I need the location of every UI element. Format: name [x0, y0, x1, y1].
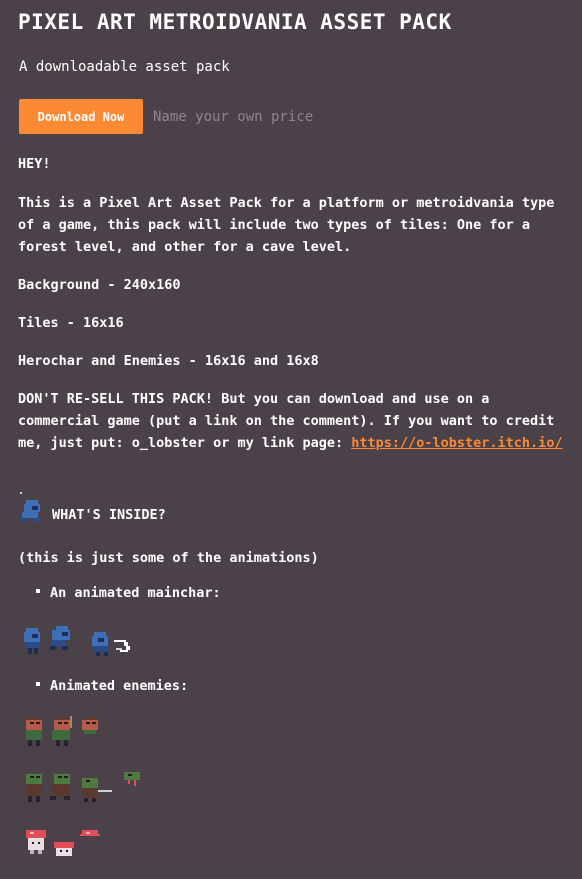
- greeting-text: HEY!: [18, 156, 51, 172]
- bullet-enemies: Animated enemies:: [36, 678, 188, 694]
- download-now-button[interactable]: Download Now: [19, 99, 143, 134]
- page-subtitle: A downloadable asset pack: [19, 59, 230, 75]
- goblin-frame-1: [26, 718, 42, 746]
- hero-frame-3: [92, 632, 108, 656]
- slash-effect: [114, 640, 130, 652]
- mushroom-frame-2: [54, 842, 74, 856]
- tiles-size-text: Tiles - 16x16: [18, 315, 124, 331]
- mainchar-sprites: [24, 626, 130, 656]
- animations-note: (this is just some of the animations): [18, 550, 319, 566]
- bullet-mainchar: An animated mainchar:: [36, 585, 221, 601]
- background-size-text: Background - 240x160: [18, 277, 181, 293]
- buy-row: Download Now Name your own price: [19, 99, 313, 134]
- whats-inside-heading: WHAT'S INSIDE?: [18, 492, 166, 524]
- mushroom-frame-1: [26, 830, 46, 854]
- hero-frame-2: [50, 626, 70, 650]
- hero-frame-1: [24, 628, 40, 654]
- intro-paragraph: This is a Pixel Art Asset Pack for a pla…: [18, 195, 555, 255]
- goblin-green-frame-2: [50, 774, 70, 800]
- chars-size-text: Herochar and Enemies - 16x16 and 16x8: [18, 353, 319, 369]
- goblin-frame-3: [82, 718, 98, 734]
- hero-icon: [20, 492, 40, 522]
- goblin-green-frame-1: [26, 774, 42, 802]
- goblin-sprites-row-1: [26, 716, 98, 746]
- license-paragraph: DON'T RE-SELL THIS PACK! But you can dow…: [18, 388, 570, 454]
- price-hint: Name your own price: [153, 108, 314, 125]
- whats-inside-text: WHAT'S INSIDE?: [52, 507, 166, 523]
- goblin-green-frame-3: [82, 778, 112, 802]
- goblin-green-frame-4: [124, 772, 140, 786]
- goblin-sprites-row-2: [26, 772, 140, 802]
- goblin-frame-2: [52, 716, 72, 746]
- mushroom-frame-3: [80, 830, 100, 836]
- author-page-link[interactable]: https://o-lobster.itch.io/: [351, 435, 562, 451]
- mushroom-sprites: [26, 830, 100, 856]
- page-title: PIXEL ART METROIDVANIA ASSET PACK: [18, 10, 452, 34]
